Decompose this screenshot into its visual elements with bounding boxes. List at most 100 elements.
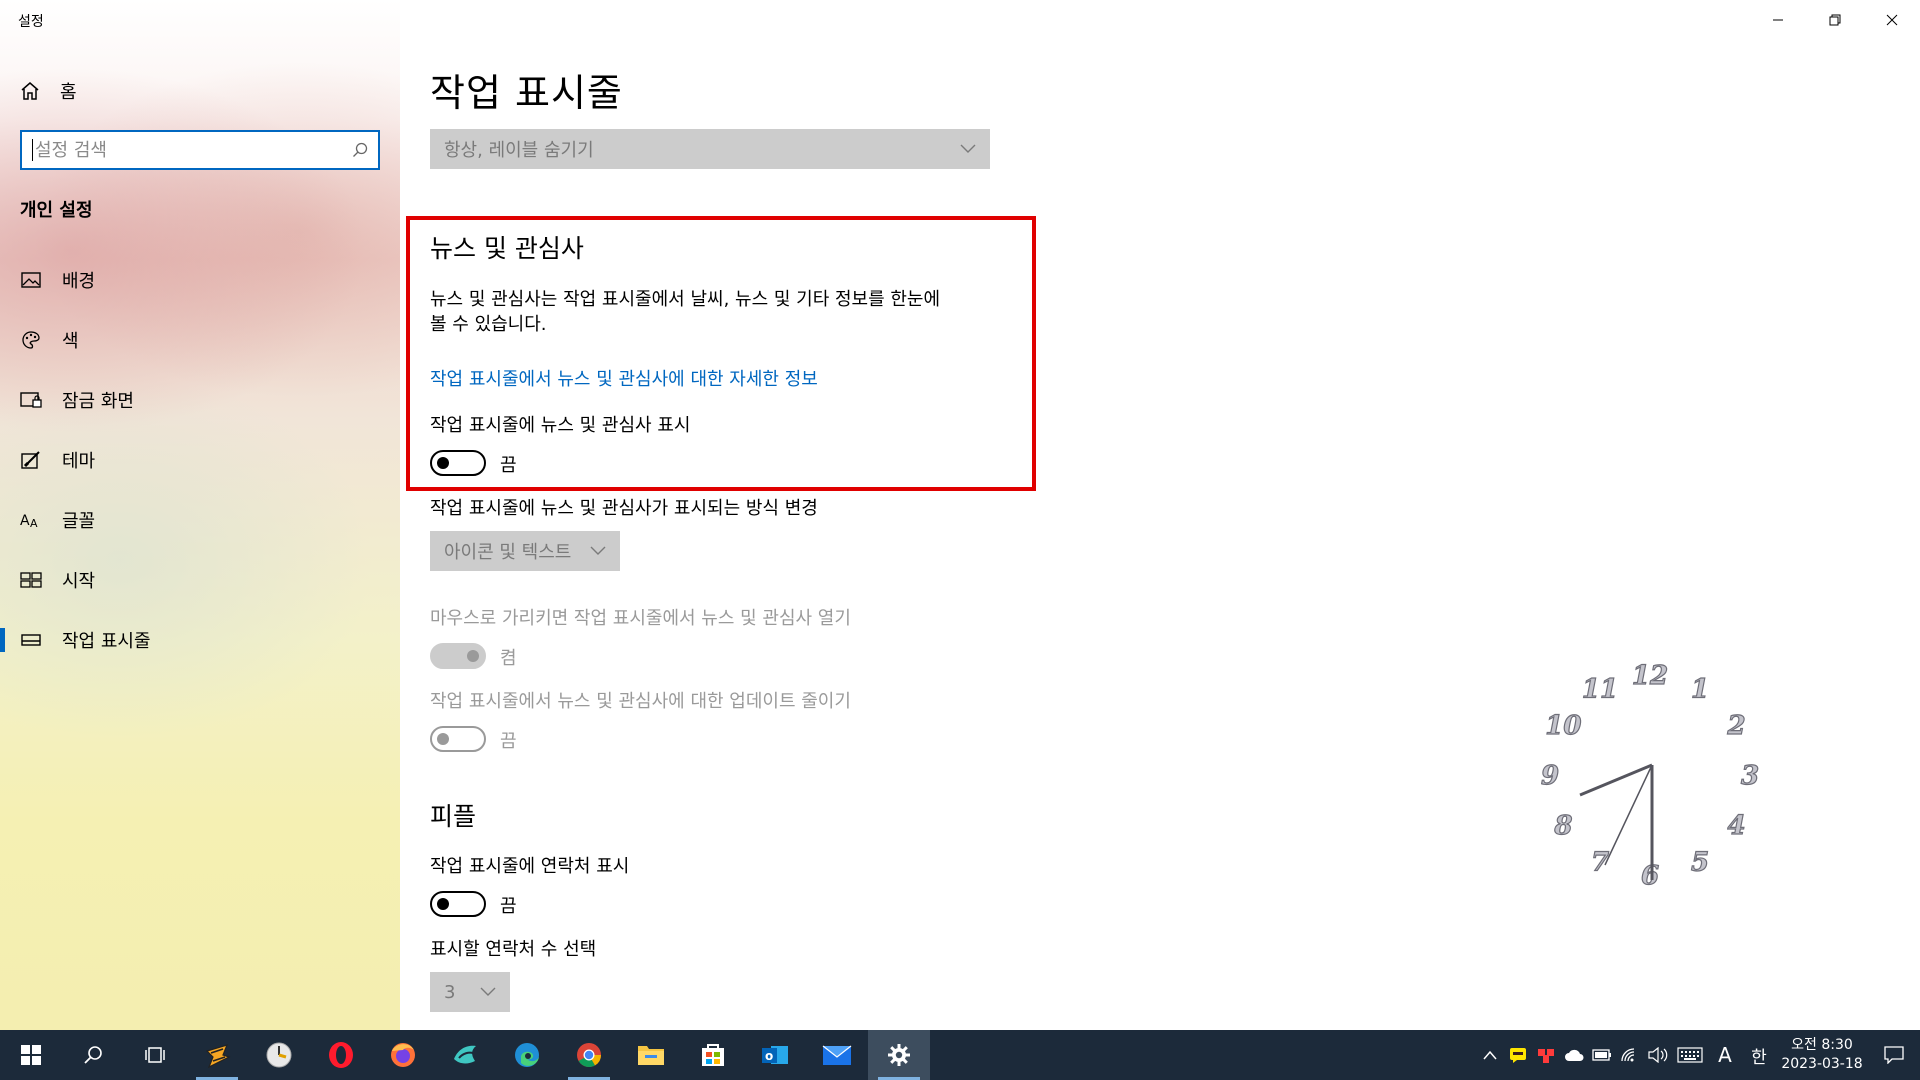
taskbar-icon (20, 629, 42, 651)
clock-numeral: 4 (1728, 811, 1746, 841)
clock-numeral: 12 (1632, 661, 1668, 691)
battery-tray-icon[interactable] (1588, 1030, 1616, 1080)
chevron-down-icon (960, 144, 976, 153)
taskbar-date: 2023-03-18 (1781, 1056, 1863, 1072)
svg-text:o: o (765, 1049, 773, 1063)
task-view-icon (145, 1047, 165, 1063)
windows-start-icon (21, 1045, 41, 1065)
dropdown-value: 아이콘 및 텍스트 (444, 542, 572, 563)
taskbar-app-firefox[interactable] (372, 1030, 434, 1080)
mail-icon (822, 1045, 852, 1065)
clock-numeral: 10 (1545, 711, 1581, 741)
taskbar-app-file-explorer[interactable] (620, 1030, 682, 1080)
combine-buttons-dropdown[interactable]: 항상, 레이블 숨기기 (430, 129, 990, 169)
clock-numeral: 11 (1582, 674, 1618, 704)
ime-language-indicator[interactable]: 한 (1742, 1030, 1776, 1080)
taskbar-search-button[interactable] (62, 1030, 124, 1080)
clock-app-icon (266, 1042, 292, 1068)
sidebar-item-background[interactable]: 배경 (0, 256, 400, 304)
news-display-mode-dropdown[interactable]: 아이콘 및 텍스트 (430, 531, 620, 571)
search-input[interactable] (35, 139, 352, 161)
opera-icon (329, 1042, 353, 1068)
sidebar-item-label: 글꼴 (62, 511, 96, 532)
news-reduce-state: 끔 (500, 731, 517, 752)
taskbar-app-winamp[interactable] (186, 1030, 248, 1080)
news-show-toggle[interactable] (430, 450, 486, 476)
taskbar-app-bird[interactable] (434, 1030, 496, 1080)
image-icon (20, 269, 42, 291)
sidebar-item-fonts[interactable]: AA 글꼴 (0, 496, 400, 544)
sidebar-item-taskbar[interactable]: 작업 표시줄 (0, 616, 400, 664)
taskbar-app-settings[interactable] (868, 1030, 930, 1080)
close-icon (1886, 14, 1897, 26)
home-nav-item[interactable]: 홈 (20, 78, 77, 104)
toggle-knob (437, 733, 449, 745)
wifi-icon (1621, 1048, 1635, 1062)
dropdown-value: 3 (444, 981, 456, 1003)
onedrive-tray-icon[interactable] (1560, 1030, 1588, 1080)
close-button[interactable] (1863, 0, 1920, 40)
sidebar: 설정 홈 개인 설정 배경 색 잠금 화면 테마 AA 글꼴 시작 작업 표시줄 (0, 0, 400, 1030)
sidebar-item-label: 잠금 화면 (62, 391, 134, 412)
taskbar: o A 한 오전 8:30 2023-03-18 (0, 1030, 1920, 1080)
kakaotalk-tray-icon[interactable] (1504, 1030, 1532, 1080)
clock-numeral: 6 (1641, 861, 1659, 891)
taskbar-app-mail[interactable] (806, 1030, 868, 1080)
minimize-button[interactable] (1749, 0, 1806, 40)
sidebar-item-start[interactable]: 시작 (0, 556, 400, 604)
sidebar-item-color[interactable]: 색 (0, 316, 400, 364)
start-button[interactable] (0, 1030, 62, 1080)
chrome-icon (577, 1043, 601, 1068)
chevron-up-icon (1483, 1050, 1497, 1060)
sidebar-item-themes[interactable]: 테마 (0, 436, 400, 484)
clock-numeral: 3 (1741, 761, 1759, 791)
people-count-dropdown[interactable]: 3 (430, 972, 510, 1012)
taskbar-app-edge[interactable] (496, 1030, 558, 1080)
start-icon (20, 569, 42, 591)
file-explorer-icon (638, 1046, 664, 1065)
restore-button[interactable] (1806, 0, 1863, 40)
toggle-knob (437, 457, 449, 469)
toggle-knob (437, 898, 449, 910)
clock-numeral: 1 (1691, 674, 1709, 704)
window-title: 설정 (18, 14, 44, 30)
sidebar-item-lock-screen[interactable]: 잠금 화면 (0, 376, 400, 424)
news-hover-state: 켬 (500, 648, 517, 669)
taskbar-app-outlook[interactable]: o (744, 1030, 806, 1080)
taskbar-app-opera[interactable] (310, 1030, 372, 1080)
news-hover-label: 마우스로 가리키면 작업 표시줄에서 뉴스 및 관심사 열기 (430, 608, 851, 629)
show-hidden-icons-button[interactable] (1476, 1030, 1504, 1080)
search-icon[interactable] (352, 142, 368, 158)
news-info-link[interactable]: 작업 표시줄에서 뉴스 및 관심사에 대한 자세한 정보 (430, 365, 818, 391)
clock-numeral: 2 (1727, 711, 1746, 741)
network-tray-icon[interactable] (1616, 1030, 1644, 1080)
taskbar-app-store[interactable] (682, 1030, 744, 1080)
people-contacts-toggle[interactable] (430, 891, 486, 917)
bird-app-icon (454, 1045, 476, 1064)
sidebar-item-label: 테마 (62, 451, 96, 472)
minimize-icon (1772, 19, 1783, 21)
toggle-knob (467, 650, 479, 662)
touch-keyboard-tray-icon[interactable] (1672, 1030, 1708, 1080)
battery-icon (1592, 1049, 1611, 1061)
desktop-analog-clock: 12 1234567891011 (1540, 660, 1759, 891)
store-icon (702, 1044, 724, 1066)
app-tray-icon[interactable] (1532, 1030, 1560, 1080)
settings-search-box[interactable] (20, 130, 380, 170)
ime-mode-indicator[interactable]: A (1708, 1030, 1742, 1080)
task-view-button[interactable] (124, 1030, 186, 1080)
news-reduce-toggle[interactable] (430, 726, 486, 752)
volume-tray-icon[interactable] (1644, 1030, 1672, 1080)
taskbar-clock[interactable]: 오전 8:30 2023-03-18 (1776, 1036, 1868, 1074)
taskbar-app-clock[interactable] (248, 1030, 310, 1080)
speaker-icon (1648, 1047, 1668, 1063)
page-title: 작업 표시줄 (430, 71, 623, 115)
palette-icon (20, 329, 42, 351)
taskbar-app-chrome[interactable] (558, 1030, 620, 1080)
action-center-button[interactable] (1868, 1030, 1920, 1080)
section-title: 개인 설정 (20, 200, 93, 221)
news-hover-toggle[interactable] (430, 643, 486, 669)
red-app-icon (1538, 1049, 1554, 1063)
edge-icon (515, 1043, 539, 1067)
chat-bubble-icon (1510, 1048, 1526, 1063)
